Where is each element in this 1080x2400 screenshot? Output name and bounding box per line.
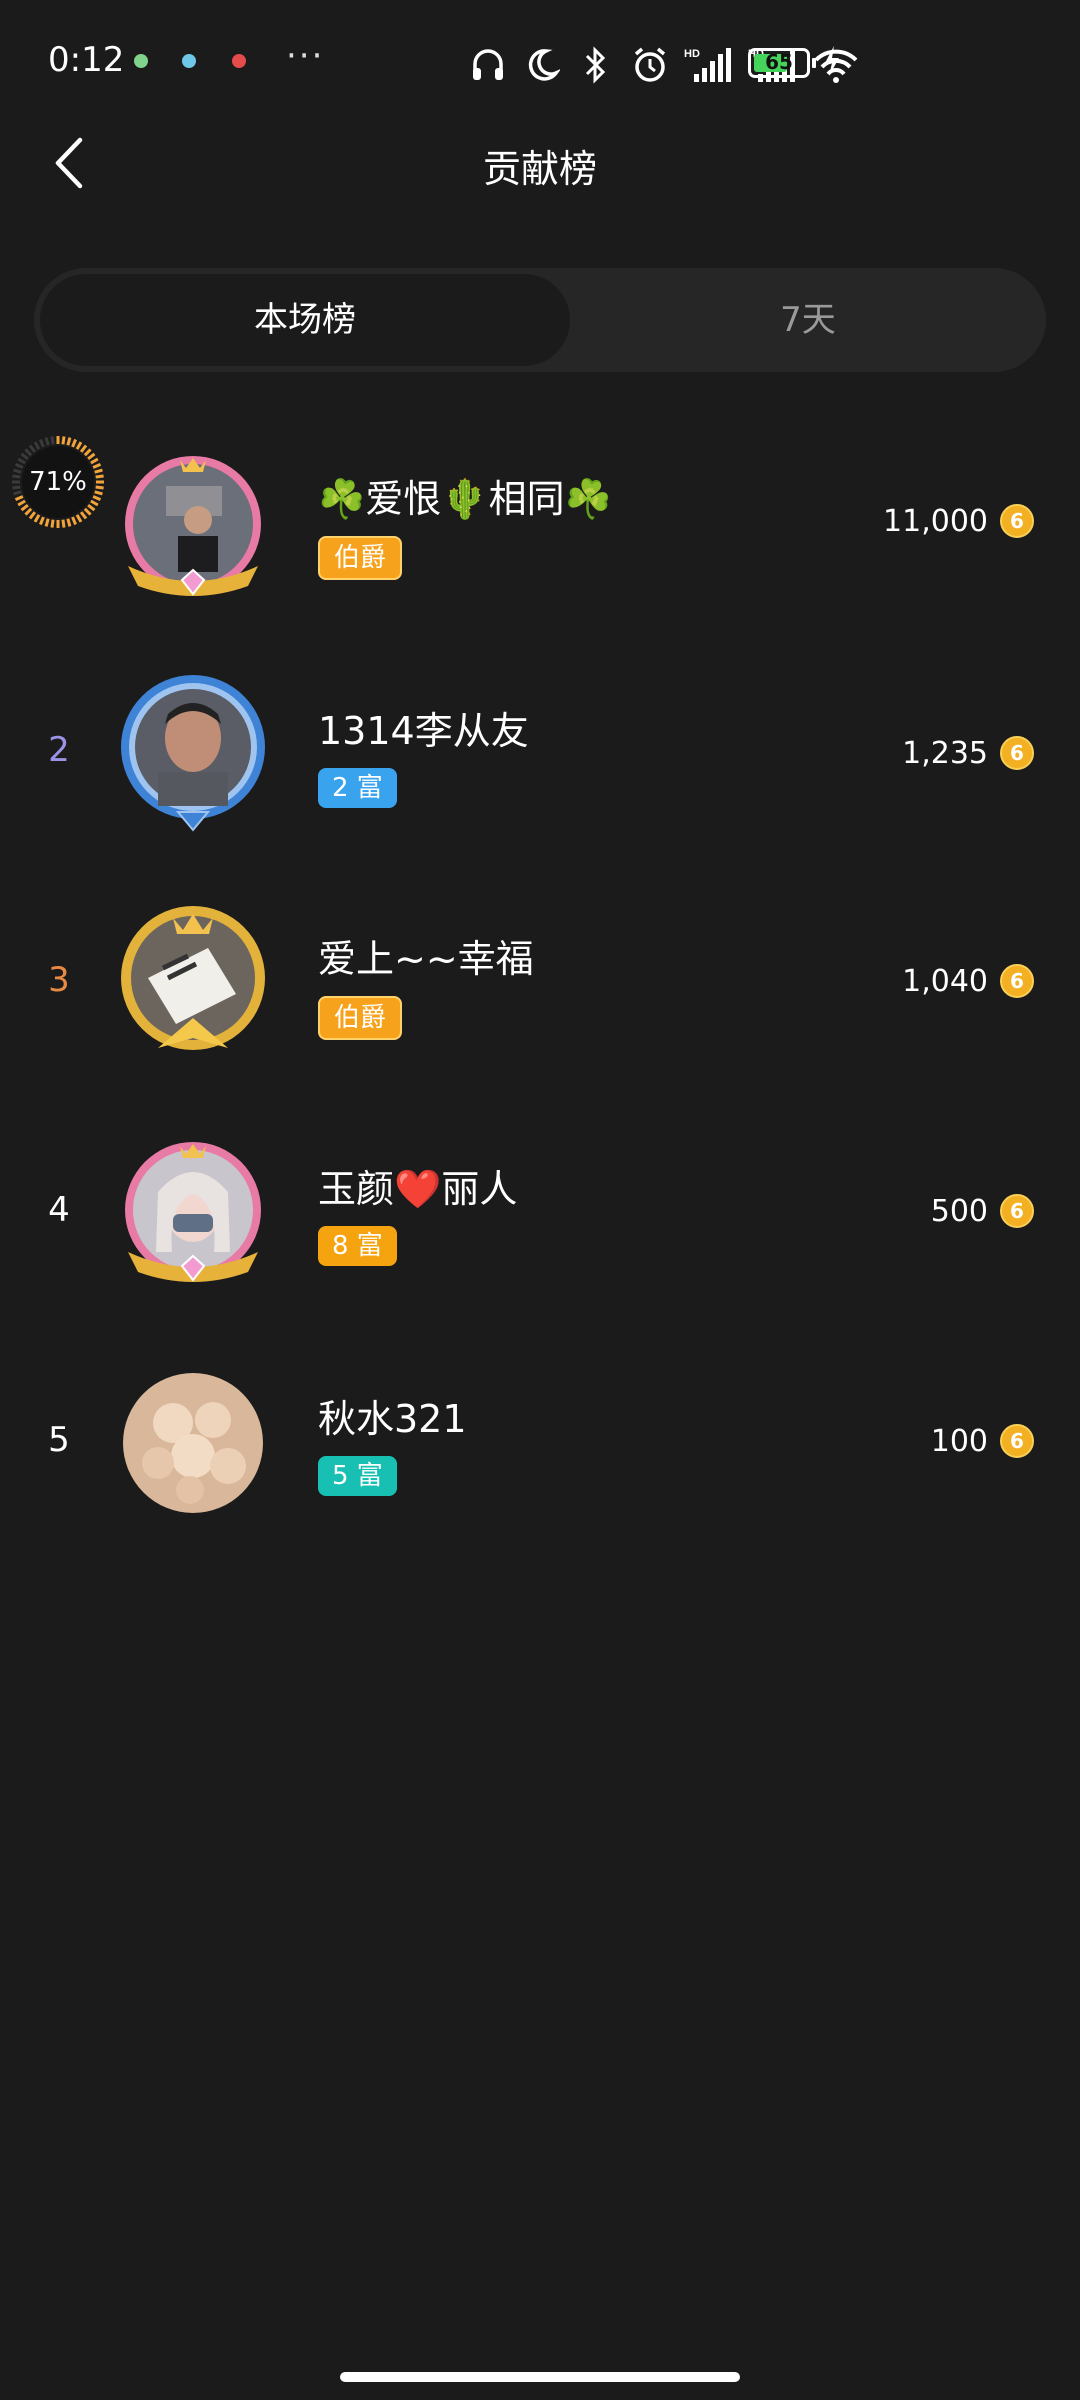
avatar-frame-blue <box>121 675 265 832</box>
rank-number: 4 <box>48 1190 70 1230</box>
bluetooth-icon <box>576 45 616 85</box>
list-item[interactable]: 3 爱上~~幸福 伯爵 1,040 6 <box>0 880 1080 1080</box>
notification-icon <box>232 54 246 68</box>
user-name: 秋水321 <box>318 1397 467 1441</box>
list-item[interactable]: 5 秋水321 5 富 100 6 <box>0 1340 1080 1540</box>
level-badge: 2 富 <box>318 768 397 808</box>
tab-current-session[interactable]: 本场榜 <box>40 274 570 366</box>
level-badge: 伯爵 <box>318 536 403 580</box>
battery-percent: 65 <box>765 50 793 74</box>
alarm-icon <box>630 45 670 85</box>
headphones-icon <box>468 45 508 85</box>
notification-icon <box>182 54 196 68</box>
list-item[interactable]: 4 玉颜❤️丽人 8 富 500 6 <box>0 1110 1080 1310</box>
avatar-frame-pink <box>125 1142 261 1282</box>
avatar-frame-gold <box>121 906 265 1050</box>
avatar-roses <box>123 1373 263 1513</box>
user-name: ☘️爱恨🌵相同☘️ <box>318 477 612 521</box>
contribution-value: 100 <box>930 1424 988 1459</box>
svg-text:HD: HD <box>684 48 700 60</box>
hd-signal-icon: HD <box>684 45 734 85</box>
user-name: 爱上~~幸福 <box>318 937 534 981</box>
moon-icon <box>522 45 562 85</box>
coin-icon: 6 <box>1000 504 1034 538</box>
rank-number: 3 <box>48 960 70 1000</box>
contribution-value: 500 <box>930 1194 988 1229</box>
more-notifications-icon: ··· <box>286 36 325 76</box>
user-name: 玉颜❤️丽人 <box>318 1167 518 1211</box>
contribution-value: 1,235 <box>902 736 988 771</box>
rank-number: 2 <box>48 730 70 770</box>
coin-icon: 6 <box>1000 736 1034 770</box>
page-title: 贡献榜 <box>482 147 597 191</box>
level-badge: 8 富 <box>318 1226 397 1266</box>
battery-icon: 65 <box>748 48 810 78</box>
list-item[interactable]: ☘️爱恨🌵相同☘️ 伯爵 11,000 6 <box>0 420 1080 620</box>
coin-icon: 6 <box>1000 964 1034 998</box>
user-name: 1314李从友 <box>318 709 529 753</box>
tab-bar: 本场榜 7天 <box>34 268 1046 372</box>
coin-icon: 6 <box>1000 1194 1034 1228</box>
rank-number: 5 <box>48 1420 70 1460</box>
charging-icon <box>822 44 842 82</box>
avatar[interactable] <box>118 1132 268 1292</box>
status-bar: 0:12 ··· HD HD 65 <box>0 0 1080 130</box>
level-badge: 5 富 <box>318 1456 397 1496</box>
coin-icon: 6 <box>1000 1424 1034 1458</box>
battery-cap <box>812 58 816 68</box>
avatar[interactable] <box>118 1368 268 1528</box>
avatar[interactable] <box>118 446 268 606</box>
status-time: 0:12 <box>48 40 125 80</box>
tab-7-days[interactable]: 7天 <box>570 268 1046 372</box>
avatar-frame-pink <box>125 456 261 596</box>
avatar[interactable] <box>118 898 268 1058</box>
list-item[interactable]: 2 1314李从友 2 富 1,235 6 <box>0 650 1080 850</box>
contribution-value: 11,000 <box>883 504 988 539</box>
avatar[interactable] <box>118 672 268 832</box>
notification-icon <box>134 54 148 68</box>
contribution-value: 1,040 <box>902 964 988 999</box>
level-badge: 伯爵 <box>318 996 403 1040</box>
home-indicator[interactable] <box>340 2372 740 2382</box>
